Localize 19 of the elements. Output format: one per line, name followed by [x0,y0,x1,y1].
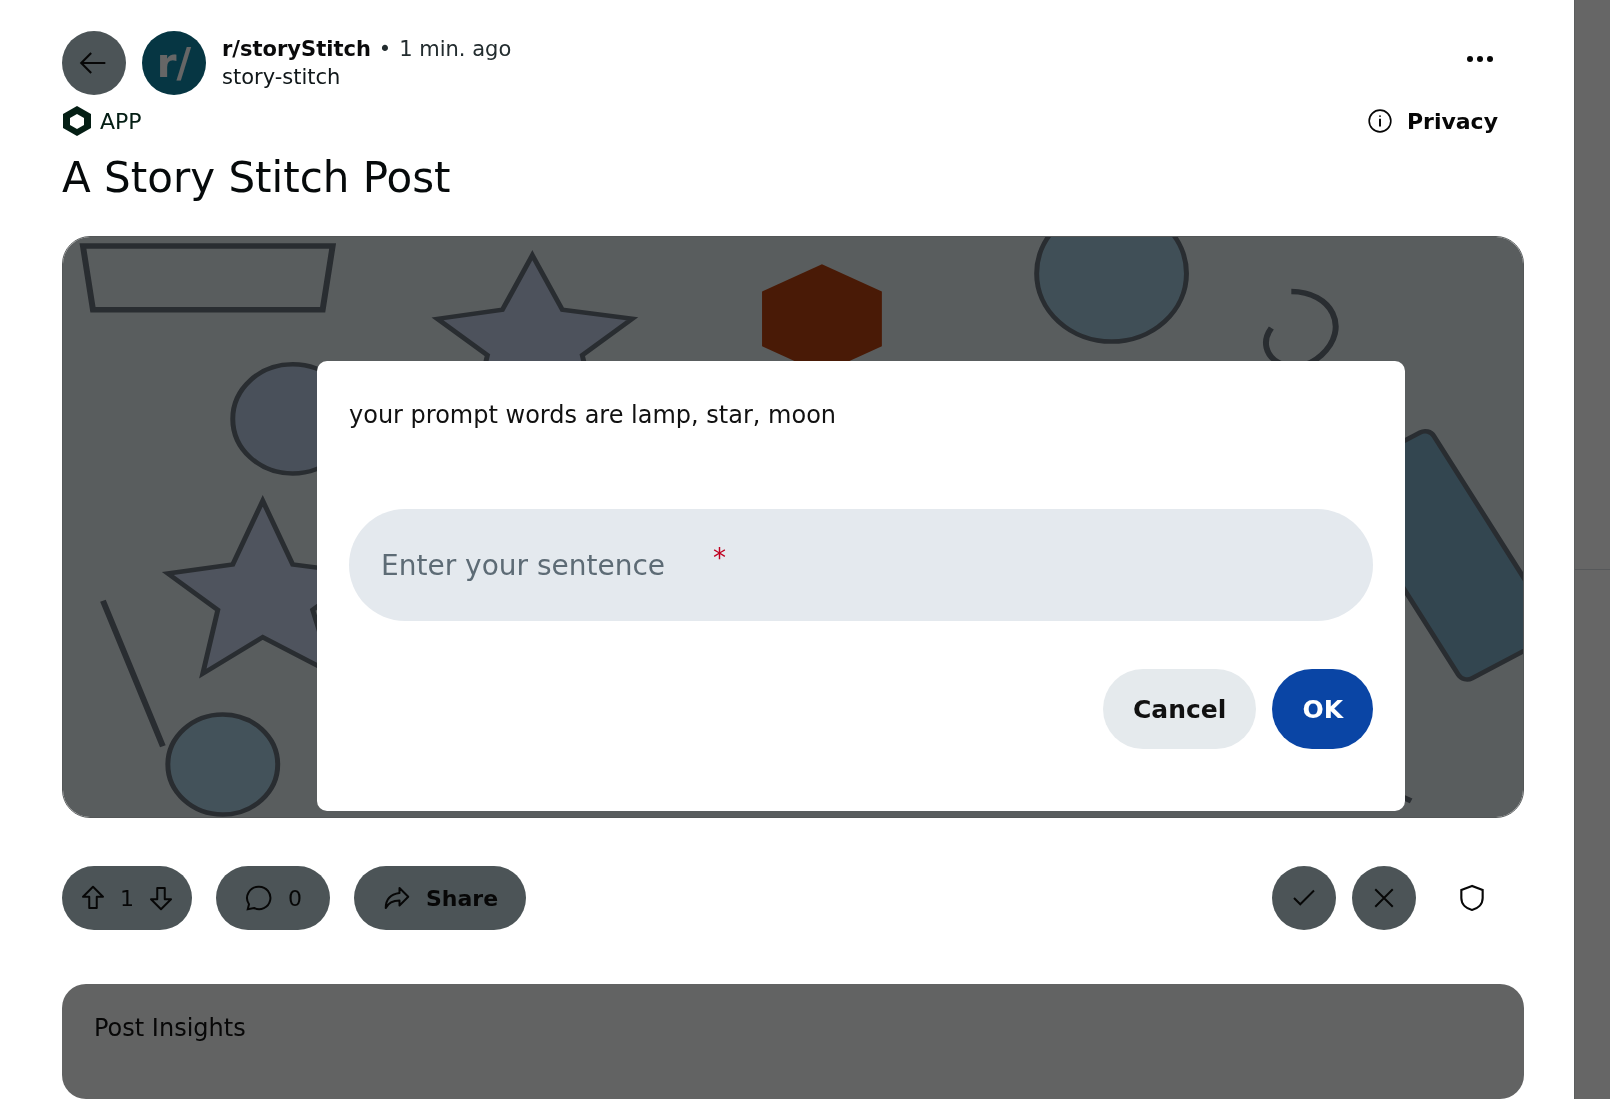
speech-bubble-icon [244,883,274,914]
privacy-button[interactable]: Privacy [1360,107,1504,135]
community-name[interactable]: r/storyStitch [222,37,371,61]
author-name[interactable]: story-stitch [222,65,341,89]
ok-button[interactable]: OK [1272,669,1373,749]
post-title: A Story Stitch Post [62,153,452,202]
sentence-input-field[interactable]: Enter your sentence [381,548,711,582]
cancel-button[interactable]: Cancel [1103,669,1257,749]
post-time: 1 min. ago [399,37,512,61]
info-icon [1366,108,1393,134]
app-label: APP [100,108,142,134]
dialog-message: your prompt words are lamp, star, moon [349,401,838,429]
separator-dot: • [378,37,392,61]
app-cube-icon [62,105,92,137]
more-options-icon[interactable] [1466,55,1494,63]
insights-title: Post Insights [94,1014,246,1043]
required-mark: * [713,543,726,573]
vote-count: 1 [120,885,134,911]
community-avatar: r/ [142,31,206,95]
